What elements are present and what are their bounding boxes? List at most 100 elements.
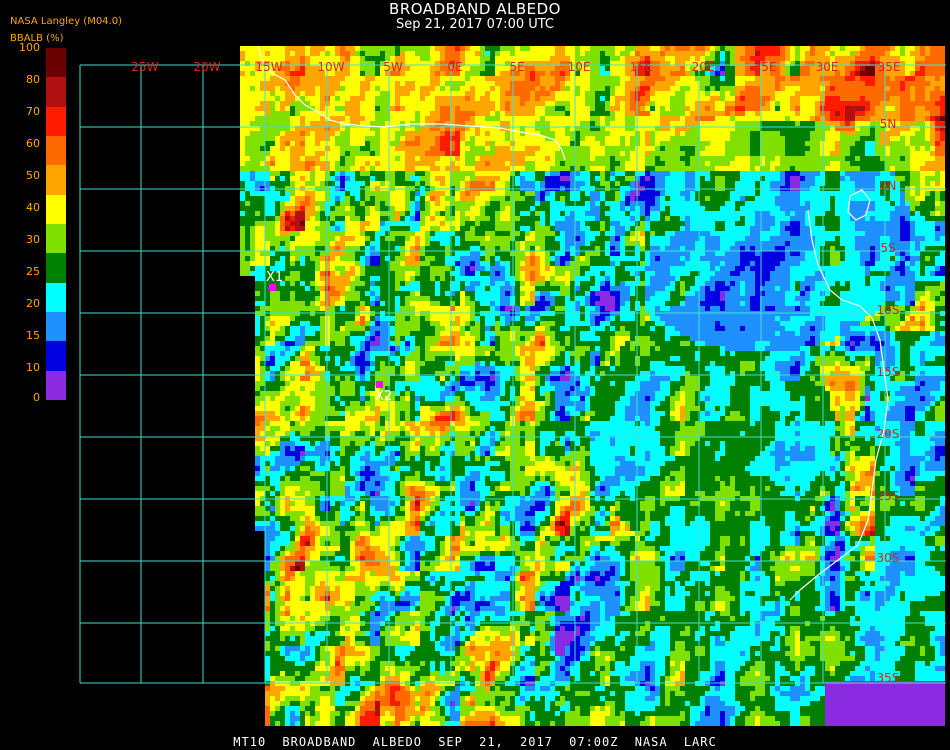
albedo-pixel [480, 161, 485, 166]
albedo-pixel [450, 51, 455, 56]
albedo-pixel [255, 146, 260, 151]
albedo-pixel [940, 146, 945, 151]
albedo-pixel [575, 201, 580, 206]
albedo-pixel [440, 141, 445, 146]
albedo-pixel [825, 141, 830, 146]
albedo-pixel [270, 116, 275, 121]
albedo-pixel [650, 166, 655, 171]
albedo-pixel [655, 51, 660, 56]
albedo-pixel [745, 56, 750, 61]
albedo-pixel [640, 86, 645, 91]
albedo-pixel [835, 141, 840, 146]
albedo-pixel [890, 131, 895, 136]
albedo-pixel [675, 206, 680, 211]
albedo-pixel [620, 91, 625, 96]
albedo-pixel [395, 51, 400, 56]
albedo-pixel [595, 66, 600, 71]
albedo-pixel [270, 91, 275, 96]
albedo-pixel [580, 46, 585, 51]
albedo-pixel [800, 181, 805, 186]
albedo-pixel [590, 76, 595, 81]
albedo-pixel [660, 146, 665, 151]
albedo-pixel [310, 196, 315, 201]
albedo-pixel [355, 201, 360, 206]
albedo-pixel [365, 111, 370, 116]
albedo-pixel [400, 146, 405, 151]
albedo-pixel [585, 76, 590, 81]
albedo-pixel [740, 46, 745, 51]
albedo-pixel [735, 56, 740, 61]
albedo-pixel [920, 146, 925, 151]
albedo-pixel [265, 191, 270, 196]
albedo-pixel [375, 101, 380, 106]
albedo-pixel [885, 81, 890, 86]
albedo-pixel [250, 171, 255, 176]
albedo-pixel [605, 136, 610, 141]
albedo-pixel [470, 151, 475, 156]
albedo-pixel [445, 216, 450, 221]
albedo-pixel [740, 201, 745, 206]
albedo-pixel [795, 91, 800, 96]
albedo-pixel [370, 91, 375, 96]
albedo-pixel [320, 166, 325, 171]
albedo-pixel [855, 121, 860, 126]
albedo-pixel [865, 166, 870, 171]
albedo-pixel [350, 71, 355, 76]
albedo-pixel [590, 211, 595, 216]
albedo-pixel [520, 201, 525, 206]
albedo-pixel [730, 56, 735, 61]
albedo-pixel [580, 141, 585, 146]
albedo-pixel [410, 101, 415, 106]
albedo-pixel [280, 91, 285, 96]
albedo-pixel [765, 81, 770, 86]
albedo-pixel [290, 111, 295, 116]
albedo-pixel [545, 206, 550, 211]
albedo-pixel [790, 111, 795, 116]
albedo-pixel [565, 121, 570, 126]
albedo-pixel [345, 76, 350, 81]
albedo-pixel [300, 116, 305, 121]
albedo-pixel [675, 161, 680, 166]
albedo-pixel [240, 91, 245, 96]
albedo-pixel [935, 131, 940, 136]
albedo-pixel [630, 206, 635, 211]
albedo-pixel [360, 161, 365, 166]
albedo-pixel [625, 46, 630, 51]
albedo-pixel [265, 211, 270, 216]
albedo-pixel [680, 91, 685, 96]
albedo-pixel [285, 196, 290, 201]
albedo-pixel [740, 66, 745, 71]
albedo-pixel [835, 121, 840, 126]
albedo-pixel [485, 156, 490, 161]
albedo-pixel [785, 91, 790, 96]
albedo-pixel [530, 216, 535, 221]
albedo-pixel [575, 121, 580, 126]
albedo-pixel [720, 56, 725, 61]
albedo-pixel [895, 101, 900, 106]
albedo-pixel [340, 106, 345, 111]
albedo-pixel [885, 91, 890, 96]
albedo-pixel [825, 81, 830, 86]
albedo-pixel [415, 146, 420, 151]
albedo-pixel [915, 106, 920, 111]
albedo-pixel [740, 171, 745, 176]
albedo-pixel [580, 51, 585, 56]
albedo-pixel [645, 176, 650, 181]
albedo-pixel [640, 46, 645, 51]
albedo-pixel [940, 176, 945, 181]
albedo-pixel [315, 81, 320, 86]
albedo-pixel [655, 116, 660, 121]
albedo-pixel [870, 181, 875, 186]
albedo-pixel [540, 91, 545, 96]
albedo-pixel [465, 111, 470, 116]
albedo-pixel [435, 71, 440, 76]
albedo-pixel [360, 156, 365, 161]
albedo-pixel [275, 176, 280, 181]
albedo-pixel [920, 166, 925, 171]
albedo-pixel [585, 116, 590, 121]
albedo-map: 25W 20W 15W 10W 5W 0E 5E 10E 15E 20E 25E 30E 35E5N0N… [79, 45, 946, 726]
albedo-pixel [880, 201, 885, 206]
albedo-pixel [465, 81, 470, 86]
albedo-pixel [525, 156, 530, 161]
albedo-pixel [585, 171, 590, 176]
